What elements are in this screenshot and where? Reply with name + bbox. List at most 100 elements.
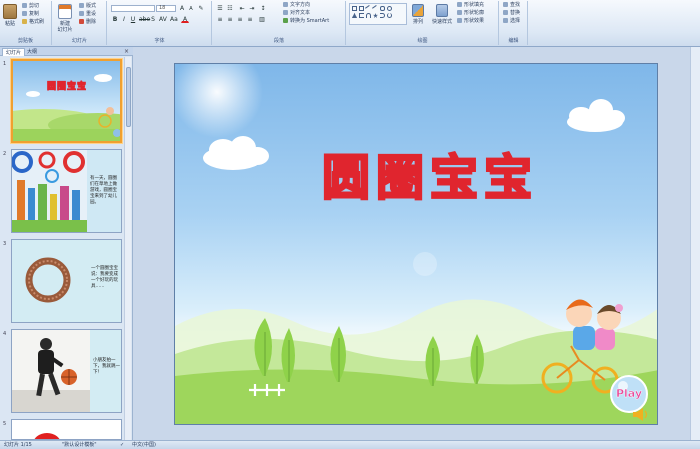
- font-color-button[interactable]: A: [181, 16, 189, 23]
- binoculars-icon: [503, 2, 508, 7]
- triangle-shape-icon[interactable]: [352, 13, 357, 18]
- underline-button[interactable]: U: [129, 16, 137, 23]
- slide-number: 4: [3, 331, 7, 337]
- shrink-font-button[interactable]: A: [187, 5, 195, 12]
- align-left-button[interactable]: ≡: [216, 16, 224, 23]
- group-label: 字体: [154, 38, 165, 44]
- tab-outline[interactable]: 大纲: [24, 48, 40, 56]
- replace-button[interactable]: 替换: [503, 10, 520, 17]
- line-spacing-button[interactable]: ↕: [259, 5, 267, 12]
- strikethrough-button[interactable]: abe: [138, 16, 150, 23]
- bold-button[interactable]: B: [111, 16, 119, 23]
- bracket-shape-icon[interactable]: [359, 13, 364, 18]
- play-button[interactable]: Play: [611, 387, 647, 400]
- copy-icon: [22, 11, 27, 16]
- replace-icon: [503, 10, 508, 15]
- close-icon[interactable]: ×: [124, 48, 129, 55]
- status-bar: 幻灯片 1/15 "默认设计模板" ✓ 中文(中国): [0, 440, 700, 449]
- copy-button[interactable]: 复制: [22, 11, 39, 18]
- curve-shape-icon[interactable]: [366, 13, 371, 18]
- oval-shape-icon[interactable]: [387, 6, 392, 11]
- delete-icon: [79, 19, 84, 24]
- char-spacing-button[interactable]: AV: [158, 16, 167, 23]
- slides-pane: 幻灯片 大纲 × 1 圆圈宝宝 2 有一天，圆圈们在草地上做游戏，圆圈宝宝来到了…: [0, 47, 133, 440]
- shape-effects-button[interactable]: 形状效果: [457, 18, 484, 25]
- shapes-gallery[interactable]: [349, 3, 407, 25]
- pane-scrollbar-thumb[interactable]: [126, 67, 131, 127]
- rectangle-shape-icon[interactable]: [352, 6, 357, 11]
- arrange-button[interactable]: 排列: [409, 4, 427, 25]
- slide-editor: 圆圈宝宝 Play: [134, 47, 700, 440]
- quick-styles-icon: [436, 4, 448, 17]
- cursor-icon: [503, 18, 508, 23]
- reset-button[interactable]: 重设: [79, 11, 96, 18]
- clear-format-button[interactable]: ✎: [197, 5, 205, 12]
- columns-button[interactable]: ▥: [258, 16, 266, 23]
- change-case-button[interactable]: Aa: [169, 16, 178, 23]
- pane-scrollbar[interactable]: [124, 57, 131, 440]
- slide-thumbnail-5[interactable]: [11, 419, 122, 440]
- thumb-4-text: 小朋友拍一下，我就跳一下！: [93, 358, 120, 375]
- shape-fill-button[interactable]: 形状填充: [457, 2, 484, 9]
- cut-button[interactable]: 剪切: [22, 3, 39, 10]
- layout-button[interactable]: 版式: [79, 3, 96, 10]
- slide-thumbnail-4[interactable]: 小朋友拍一下，我就跳一下！: [11, 329, 122, 413]
- find-button[interactable]: 查找: [503, 2, 520, 9]
- quick-styles-button[interactable]: 快速样式: [429, 4, 455, 25]
- shadow-button[interactable]: S: [149, 16, 157, 23]
- editor-scrollbar[interactable]: [690, 47, 700, 440]
- smartart-button[interactable]: 转换为 SmartArt: [283, 18, 329, 25]
- scissors-icon: [22, 3, 27, 8]
- brush-icon: [22, 19, 27, 24]
- delete-slide-button[interactable]: 删除: [79, 19, 96, 26]
- thumb-1-art: [13, 74, 120, 141]
- bullets-button[interactable]: ☰: [216, 5, 224, 12]
- tab-slides[interactable]: 幻灯片: [2, 48, 26, 56]
- font-group: 18 A A ✎ B I U abe S AV Aa A 字体: [108, 1, 212, 45]
- slide-title[interactable]: 圆圈宝宝: [315, 149, 545, 208]
- align-text-button[interactable]: 对齐文本: [283, 10, 310, 17]
- new-slide-button[interactable]: 新建 幻灯片: [55, 4, 75, 33]
- text-direction-button[interactable]: 文字方向: [283, 2, 310, 9]
- star-shape-icon[interactable]: [373, 13, 378, 18]
- group-label: 编辑: [508, 38, 519, 44]
- align-center-button[interactable]: ≡: [226, 16, 234, 23]
- thumb-5-art: [34, 433, 60, 439]
- rounded-rect-shape-icon[interactable]: [380, 6, 385, 11]
- italic-button[interactable]: I: [120, 16, 128, 23]
- select-button[interactable]: 选择: [503, 18, 520, 25]
- slides-group: 新建 幻灯片 版式 重设 删除 幻灯片: [53, 1, 107, 45]
- paste-button[interactable]: 粘贴: [2, 4, 18, 27]
- slide-thumbnail-2[interactable]: 有一天，圆圈们在草地上做游戏，圆圈宝宝来到了幼儿园。: [11, 149, 122, 233]
- arrow-shape-icon[interactable]: [372, 5, 379, 12]
- paste-icon: [3, 4, 17, 19]
- justify-button[interactable]: ≡: [246, 16, 254, 23]
- language-indicator[interactable]: 中文(中国): [132, 442, 156, 449]
- slide-thumbnail-1[interactable]: 圆圈宝宝: [11, 59, 122, 143]
- arrange-icon: [412, 4, 424, 17]
- new-slide-icon: [58, 4, 72, 19]
- spellcheck-icon[interactable]: ✓: [120, 442, 124, 449]
- heart-shape-icon[interactable]: [387, 13, 392, 18]
- increase-indent-button[interactable]: ⇥: [248, 5, 256, 12]
- format-painter-button[interactable]: 格式刷: [22, 19, 44, 26]
- slide-canvas[interactable]: 圆圈宝宝 Play: [174, 63, 658, 425]
- decrease-indent-button[interactable]: ⇤: [238, 5, 246, 12]
- numbering-button[interactable]: ☷: [226, 5, 234, 12]
- thumb-1-title: 圆圈宝宝: [47, 82, 88, 93]
- text-direction-icon: [283, 2, 288, 7]
- line-shape-icon[interactable]: [365, 5, 372, 12]
- group-label: 段落: [273, 38, 284, 44]
- layout-icon: [79, 3, 84, 8]
- slide-thumbnail-3[interactable]: 一个圆圈宝宝说：我要变成一个好玩的玩具……: [11, 239, 122, 323]
- shape-outline-button[interactable]: 形状轮廓: [457, 10, 484, 17]
- font-size-combo[interactable]: 18: [156, 5, 176, 12]
- text-box-shape-icon[interactable]: [359, 6, 364, 11]
- cloud-left: [203, 136, 269, 170]
- slide-counter: 幻灯片 1/15: [4, 442, 32, 448]
- grow-font-button[interactable]: A: [178, 5, 186, 12]
- outline-pen-icon: [457, 10, 462, 15]
- brace-shape-icon[interactable]: [380, 13, 385, 18]
- font-name-combo[interactable]: [111, 5, 155, 12]
- align-right-button[interactable]: ≡: [236, 16, 244, 23]
